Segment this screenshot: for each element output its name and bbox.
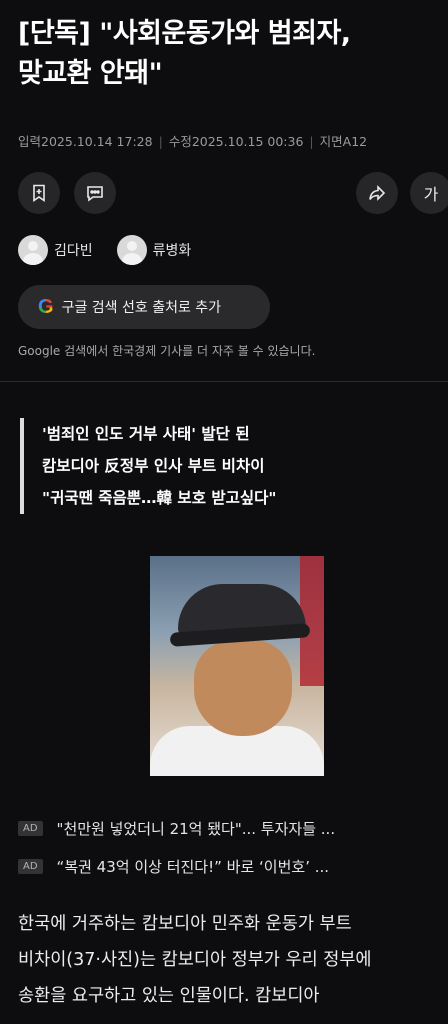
subhead-line-2: 캄보디아 反정부 인사 부트 비차이 [42,457,265,475]
input-time: 2025.10.14 17:28 [41,134,153,149]
edit-label: 수정 [168,134,192,149]
article-subheadline: '범죄인 인도 거부 사태' 발단 된 캄보디아 反정부 인사 부트 비차이 "… [20,418,276,514]
input-label: 입력 [18,134,42,149]
bookmark-button[interactable] [18,172,60,214]
google-logo-icon: G [38,295,54,318]
font-size-button[interactable]: 가 [410,172,448,214]
comment-icon [87,186,103,202]
article-meta: 입력2025.10.14 17:28 | 수정2025.10.15 00:36 | 지면… [18,134,368,149]
subhead-line-3: "귀국땐 죽음뿐…韓 보호 받고싶다" [42,489,277,507]
comment-button[interactable] [74,172,116,214]
edit-time: 2025.10.15 00:36 [191,134,304,149]
reporter-item[interactable]: 김다빈 [18,235,93,265]
google-preferred-source-button[interactable]: G 구글 검색 선호 출처로 추가 [18,285,270,329]
ad-text: "천만원 넣었더니 21억 됐다"... 투자자들 ... [56,820,336,838]
page-label: 지면 [319,134,343,149]
body-line: 한국에 거주하는 캄보디아 민주화 운동가 부트 [18,914,352,934]
ad-badge: AD [18,859,43,874]
section-divider [0,381,448,382]
reporter-item[interactable]: 류병화 [116,235,192,265]
google-button-label: 구글 검색 선호 출처로 추가 [61,300,222,316]
reporter-list: 김다빈 류병화 [18,234,215,266]
reporter-name: 김다빈 [54,243,93,259]
ad-link[interactable]: AD "천만원 넣었더니 21억 됐다"... 투자자들 ... [18,818,335,839]
avatar [18,235,48,265]
ad-link[interactable]: AD “복권 43억 이상 터진다!” 바로 ‘이번호’ ... [18,856,329,877]
headline-line-1: [단독] "사회운동가와 범죄자, [18,18,351,49]
article-photo[interactable] [150,556,324,776]
bookmark-icon [33,184,45,203]
ad-badge: AD [18,821,43,836]
page-number: A12 [342,134,368,149]
avatar [116,235,147,265]
subhead-line-1: '범죄인 인도 거부 사태' 발단 된 [42,425,250,443]
share-button[interactable] [356,172,398,214]
body-line: 비차이(37·사진)는 캄보디아 정부가 우리 정부에 [18,950,372,970]
share-icon [369,185,386,201]
reporter-name: 류병화 [152,243,192,259]
body-line: 송환을 요구하고 있는 인물이다. 캄보디아 [18,986,320,1006]
headline-line-2: 맞교환 안돼" [18,58,163,89]
ad-text: “복권 43억 이상 터진다!” 바로 ‘이번호’ ... [56,858,330,876]
article-toolbar: 가 [18,172,448,216]
article-headline: [단독] "사회운동가와 범죄자, 맞교환 안돼" [18,14,438,94]
google-note: Google 검색에서 한국경제 기사를 더 자주 볼 수 있습니다. [18,344,316,358]
article-body: 한국에 거주하는 캄보디아 민주화 운동가 부트 비차이(37·사진)는 캄보디… [18,906,430,1014]
